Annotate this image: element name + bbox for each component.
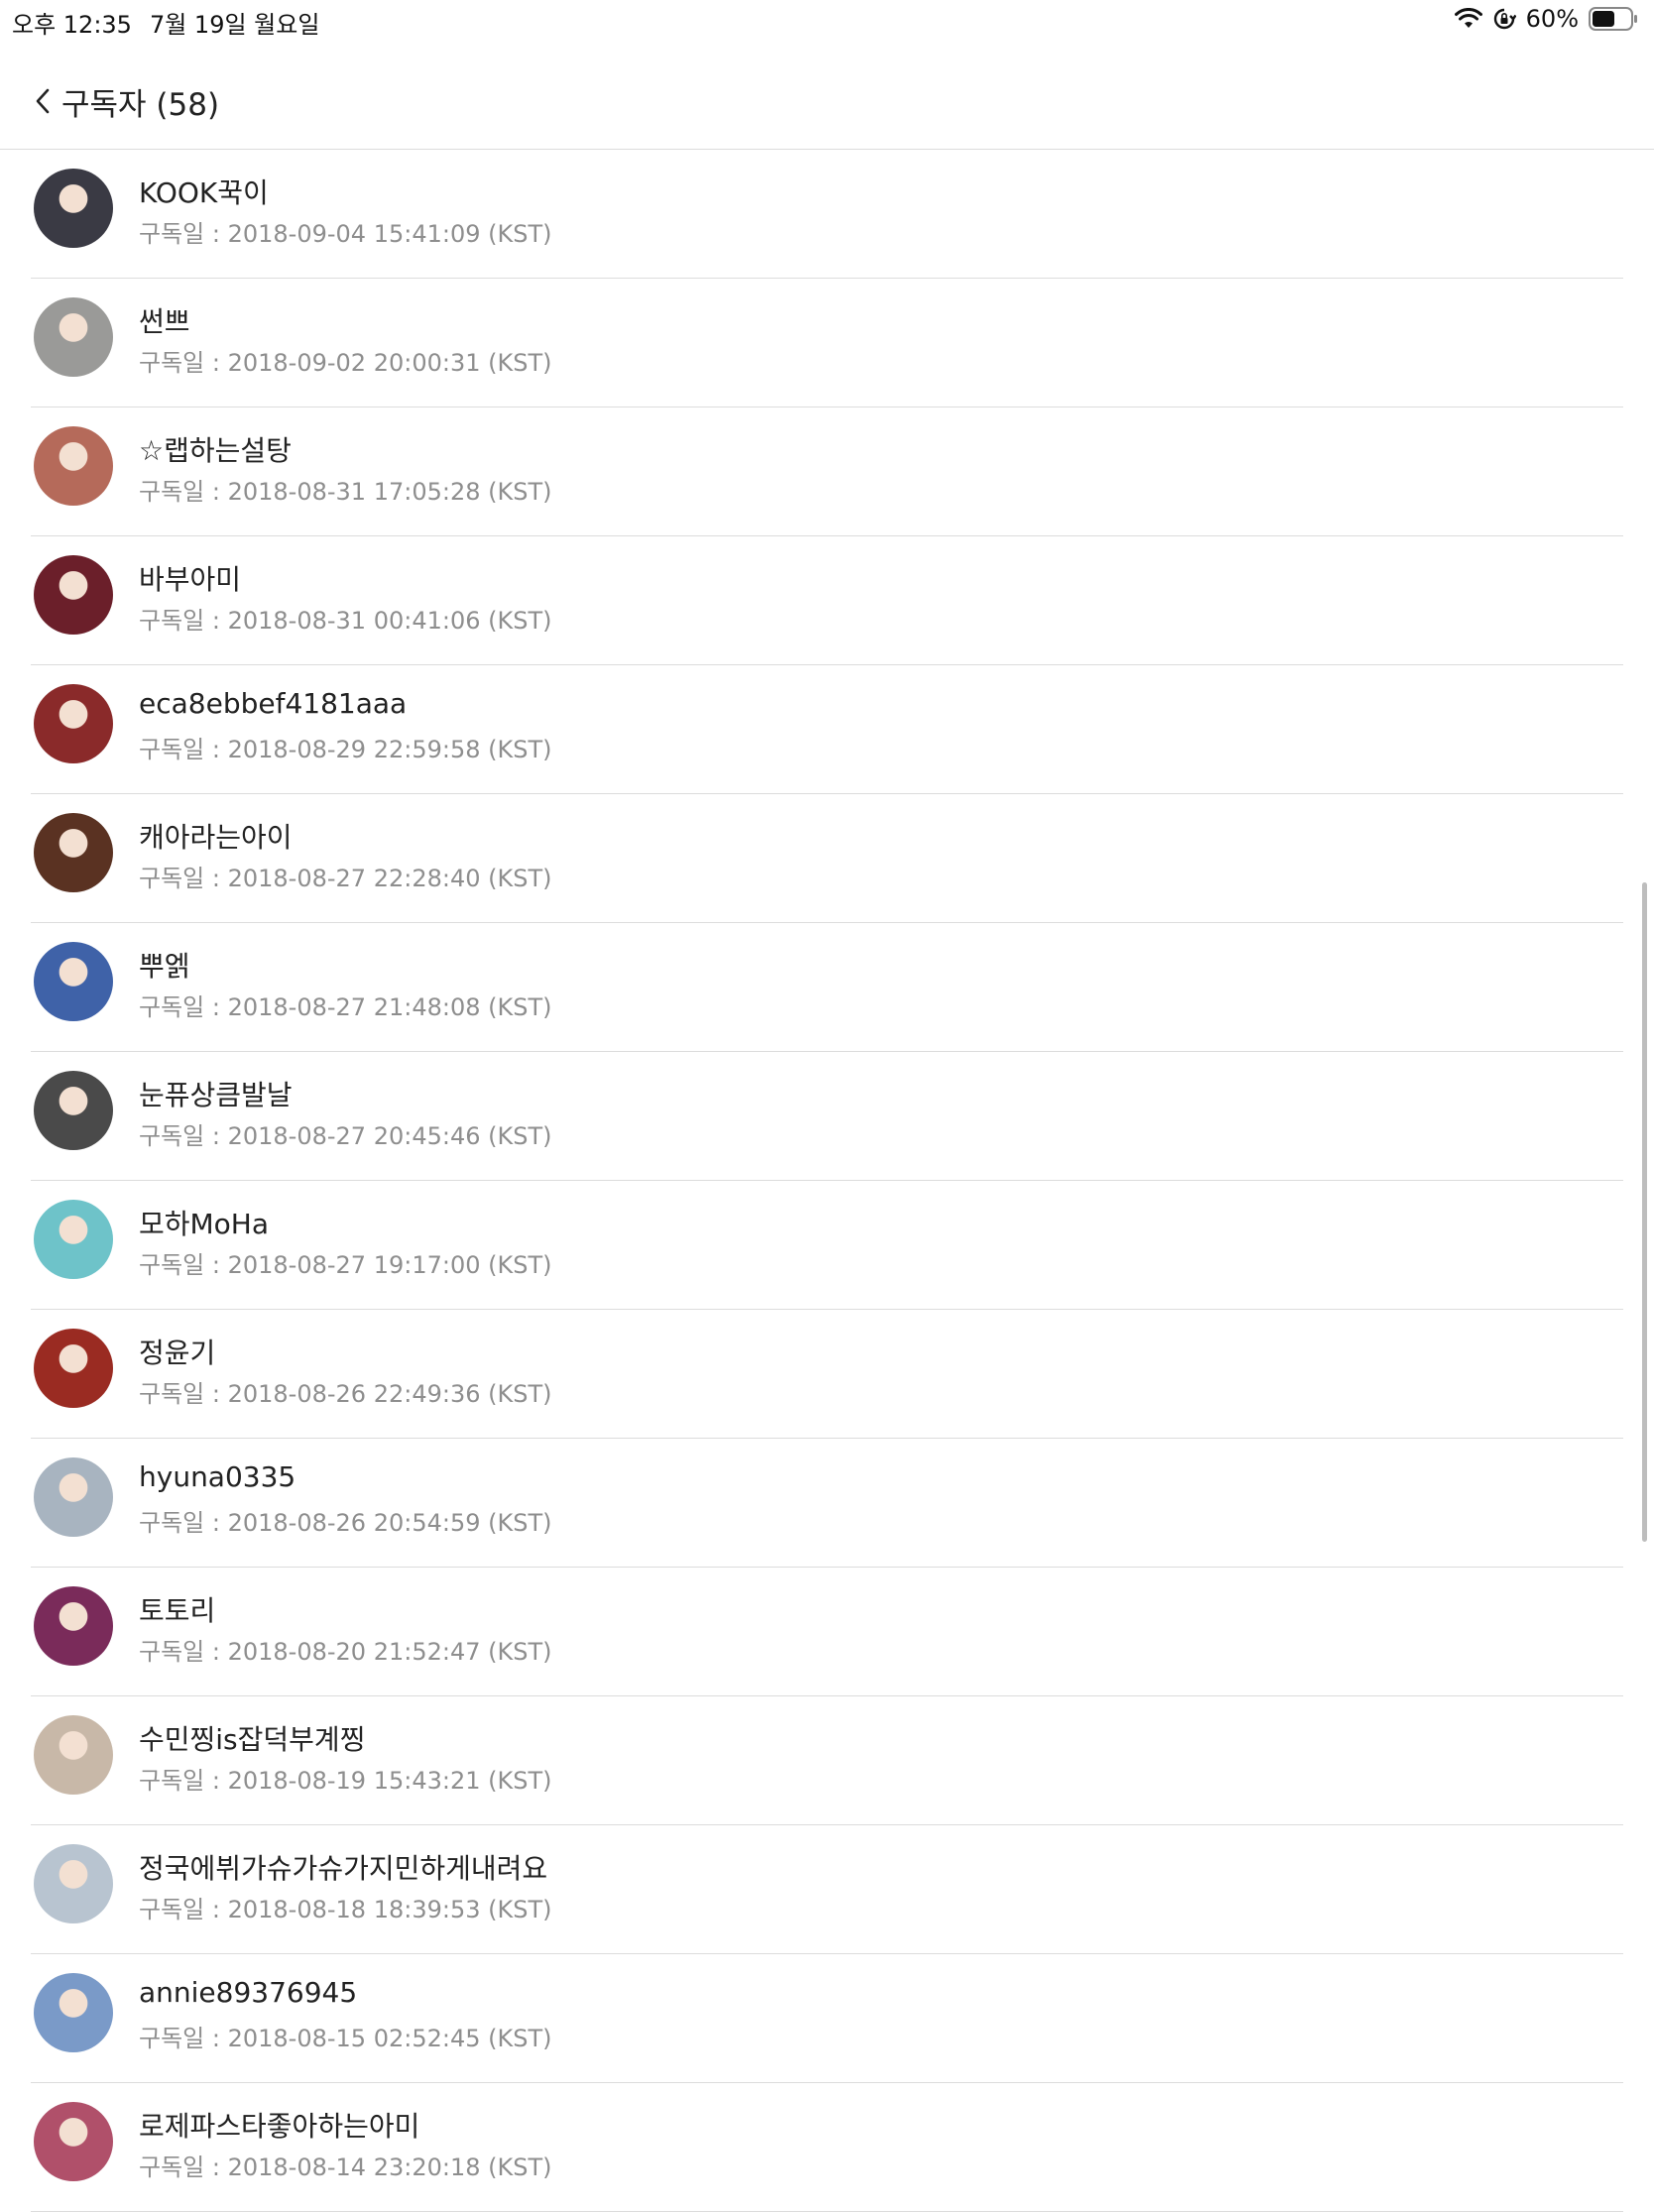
avatar[interactable]: [34, 1071, 113, 1150]
avatar[interactable]: [34, 426, 113, 506]
subscriber-name: hyuna0335: [139, 1460, 296, 1493]
orientation-lock-icon: [1492, 7, 1516, 31]
navigation-bar: 구독자 (58): [0, 54, 1654, 150]
subscriber-name: 정국에뷔가슈가슈가지민하게내려요: [139, 1852, 548, 1885]
subscriber-row[interactable]: 모하MoHa 구독일 : 2018-08-27 19:17:00 (KST): [31, 1181, 1623, 1310]
subscriber-name: 모하MoHa: [139, 1208, 270, 1240]
subscriber-list: KOOK꾹이 구독일 : 2018-09-04 15:41:09 (KST) 썬쁘 구…: [0, 150, 1626, 2212]
avatar-image: [34, 684, 113, 763]
avatar[interactable]: [34, 1844, 113, 1923]
avatar-image: [34, 426, 113, 506]
subscription-date: 구독일 : 2018-08-26 20:54:59 (KST): [139, 1509, 552, 1537]
avatar[interactable]: [34, 297, 113, 377]
status-time: 오후 12:35: [12, 11, 132, 39]
subscriber-name: 눈퓨상큼발날: [139, 1079, 293, 1111]
subscription-date: 구독일 : 2018-08-27 22:28:40 (KST): [139, 865, 552, 892]
subscriber-row[interactable]: 정윤기구독일 : 2018-08-26 22:49:36 (KST): [31, 1310, 1623, 1439]
subscriber-row[interactable]: 바부아미구독일 : 2018-08-31 00:41:06 (KST): [31, 536, 1623, 665]
avatar-image: [34, 1329, 113, 1408]
avatar-image: [34, 169, 113, 248]
subscriber-row[interactable]: 눈퓨상큼발날구독일 : 2018-08-27 20:45:46 (KST): [31, 1052, 1623, 1181]
subscriber-name: 바부아미: [139, 563, 242, 596]
status-right: 60%: [1454, 5, 1638, 33]
subscription-date: 구독일 : 2018-08-26 22:49:36 (KST): [139, 1380, 552, 1408]
subscriber-row[interactable]: annie89376945 구독일 : 2018-08-15 02:52:45 (…: [31, 1954, 1623, 2083]
avatar[interactable]: [34, 2102, 113, 2181]
subscriber-row[interactable]: ☆랩하는설탕구독일 : 2018-08-31 17:05:28 (KST): [31, 407, 1623, 536]
battery-icon: [1589, 6, 1638, 32]
avatar-image: [34, 1973, 113, 2052]
avatar-image: [34, 942, 113, 1021]
scrollbar[interactable]: [1642, 882, 1647, 1542]
avatar[interactable]: [34, 684, 113, 763]
subscriber-name: 로제파스타좋아하는아미: [139, 2110, 420, 2143]
status-bar: 오후 12:35 7월 19일 월요일 60%: [0, 0, 1654, 40]
back-button[interactable]: 구독자 (58): [34, 77, 219, 125]
subscription-date: 구독일 : 2018-08-29 22:59:58 (KST): [139, 736, 552, 763]
avatar-image: [34, 1200, 113, 1279]
status-left: 오후 12:35 7월 19일 월요일: [12, 5, 337, 40]
avatar[interactable]: [34, 1457, 113, 1537]
subscription-date: 구독일 : 2018-08-31 00:41:06 (KST): [139, 607, 552, 635]
avatar-image: [34, 1457, 113, 1537]
subscription-date: 구독일 : 2018-09-04 15:41:09 (KST): [139, 220, 552, 248]
avatar[interactable]: [34, 813, 113, 892]
subscriber-row[interactable]: 정국에뷔가슈가슈가지민하게내려요구독일 : 2018-08-18 18:39:5…: [31, 1825, 1623, 1954]
avatar-image: [34, 813, 113, 892]
subscription-date: 구독일 : 2018-08-27 19:17:00 (KST): [139, 1251, 552, 1279]
subscription-date: 구독일 : 2018-08-19 15:43:21 (KST): [139, 1767, 552, 1795]
avatar-image: [34, 2102, 113, 2181]
subscriber-name: 수민찡is잡덕부계찡: [139, 1723, 366, 1756]
avatar-image: [34, 555, 113, 635]
subscriber-name: 뿌엙: [139, 950, 190, 983]
subscription-date: 구독일 : 2018-08-18 18:39:53 (KST): [139, 1896, 552, 1923]
chevron-left-icon: [36, 88, 50, 114]
subscriber-name: 캐아라는아이: [139, 821, 293, 854]
avatar[interactable]: [34, 1715, 113, 1795]
subscriber-row[interactable]: eca8ebbef4181aaa 구독일 : 2018-08-29 22:59:5…: [31, 665, 1623, 794]
avatar-image: [34, 1844, 113, 1923]
avatar[interactable]: [34, 942, 113, 1021]
subscription-date: 구독일 : 2018-09-02 20:00:31 (KST): [139, 349, 552, 377]
subscriber-row[interactable]: 뿌엙구독일 : 2018-08-27 21:48:08 (KST): [31, 923, 1623, 1052]
avatar[interactable]: [34, 1973, 113, 2052]
avatar-image: [34, 1071, 113, 1150]
subscriber-name: 정윤기: [139, 1337, 216, 1369]
subscriber-name: eca8ebbef4181aaa: [139, 687, 408, 720]
subscriber-row[interactable]: 수민찡is잡덕부계찡구독일 : 2018-08-19 15:43:21 (KST…: [31, 1696, 1623, 1825]
subscriber-row[interactable]: 로제파스타좋아하는아미구독일 : 2018-08-14 23:20:18 (KS…: [31, 2083, 1623, 2212]
avatar[interactable]: [34, 555, 113, 635]
avatar-image: [34, 1586, 113, 1666]
avatar-image: [34, 1715, 113, 1795]
wifi-icon: [1454, 8, 1482, 30]
subscription-date: 구독일 : 2018-08-27 21:48:08 (KST): [139, 993, 552, 1021]
subscriber-name: 썬쁘: [139, 305, 190, 338]
subscriber-name: 토토리: [139, 1594, 216, 1627]
subscription-date: 구독일 : 2018-08-31 17:05:28 (KST): [139, 478, 552, 506]
subscription-date: 구독일 : 2018-08-14 23:20:18 (KST): [139, 2154, 552, 2181]
subscription-date: 구독일 : 2018-08-20 21:52:47 (KST): [139, 1638, 552, 1666]
page-title: 구독자 (58): [61, 86, 220, 123]
subscriber-name: KOOK꾹이: [139, 176, 269, 209]
subscriber-row[interactable]: hyuna0335 구독일 : 2018-08-26 20:54:59 (KST): [31, 1439, 1623, 1568]
subscriber-row[interactable]: 썬쁘구독일 : 2018-09-02 20:00:31 (KST): [31, 279, 1623, 407]
subscriber-row[interactable]: 토토리구독일 : 2018-08-20 21:52:47 (KST): [31, 1568, 1623, 1696]
battery-percent: 60%: [1525, 5, 1579, 33]
status-date: 7월 19일 월요일: [149, 11, 320, 39]
subscription-date: 구독일 : 2018-08-27 20:45:46 (KST): [139, 1122, 552, 1150]
subscriber-name: annie89376945: [139, 1976, 358, 2009]
avatar-image: [34, 297, 113, 377]
subscription-date: 구독일 : 2018-08-15 02:52:45 (KST): [139, 2025, 552, 2052]
subscriber-row[interactable]: 캐아라는아이구독일 : 2018-08-27 22:28:40 (KST): [31, 794, 1623, 923]
subscriber-row[interactable]: KOOK꾹이구독일 : 2018-09-04 15:41:09 (KST): [31, 150, 1623, 279]
avatar[interactable]: [34, 1329, 113, 1408]
subscriber-name: ☆랩하는설탕: [139, 434, 292, 467]
avatar[interactable]: [34, 1200, 113, 1279]
avatar[interactable]: [34, 1586, 113, 1666]
avatar[interactable]: [34, 169, 113, 248]
